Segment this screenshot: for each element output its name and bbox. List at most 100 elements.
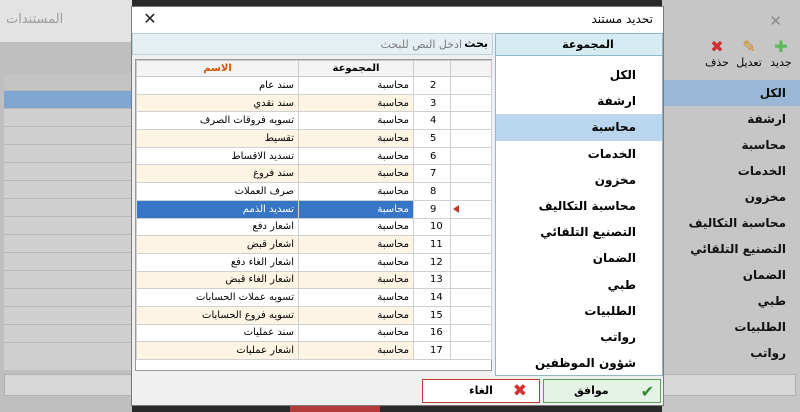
table-row[interactable]: اشعار قبض محاسبة 11 <box>136 235 492 254</box>
table-row[interactable]: صرف العملات محاسبة 8 <box>136 182 492 201</box>
cell-number[interactable]: 4 <box>413 111 451 131</box>
edit-button[interactable]: ✎ تعديل <box>734 38 764 70</box>
cell-number[interactable]: 16 <box>413 323 451 343</box>
search-input[interactable] <box>192 35 462 53</box>
cell-name[interactable]: سند نقدي <box>136 93 299 113</box>
cell-name[interactable]: اشعار الغاء دفع <box>136 252 299 272</box>
cell-group[interactable]: محاسبة <box>298 288 414 307</box>
table-row[interactable]: اشعار عمليات محاسبة 17 <box>136 341 492 360</box>
cell-number[interactable]: 15 <box>413 305 451 325</box>
table-row[interactable]: اشعار الغاء قبض محاسبة 13 <box>136 270 492 290</box>
group-item-auto-manufacturing[interactable]: التصنيع التلقائي <box>496 219 662 245</box>
cell-name[interactable]: سند فروع <box>136 164 299 184</box>
group-item-hr[interactable]: شؤون الموظفين <box>496 350 662 376</box>
cell-group[interactable]: محاسبة <box>298 111 414 131</box>
background-group-item[interactable]: ارشفة <box>662 106 800 132</box>
cell-number[interactable]: 14 <box>413 288 451 307</box>
cell-name[interactable]: تسديد الذمم <box>136 199 299 219</box>
table-row[interactable]: تقسيط محاسبة 5 <box>136 129 492 148</box>
group-item-archive[interactable]: ارشفة <box>496 88 662 114</box>
cell-group[interactable]: محاسبة <box>298 129 414 148</box>
column-header-name[interactable]: الاسم <box>136 60 299 77</box>
cell-group[interactable]: محاسبة <box>298 270 414 290</box>
table-row[interactable]: سند نقدي محاسبة 3 <box>136 93 492 113</box>
cell-number[interactable]: 17 <box>413 341 451 360</box>
cell-group[interactable]: محاسبة <box>298 76 414 95</box>
cancel-button[interactable]: الغاء ✖ <box>422 379 540 403</box>
cell-name[interactable]: اشعار عمليات <box>136 341 299 360</box>
cell-group[interactable]: محاسبة <box>298 217 414 237</box>
ok-button[interactable]: موافق ✔ <box>543 379 661 403</box>
row-indicator-cell[interactable] <box>450 199 492 219</box>
background-group-item[interactable]: الكل <box>662 80 800 106</box>
background-group-item[interactable]: التصنيع التلقائي <box>662 236 800 262</box>
background-group-item[interactable]: الضمان <box>662 262 800 288</box>
table-row[interactable]: تسديد الذمم محاسبة 9 <box>136 199 492 219</box>
cell-number[interactable]: 13 <box>413 270 451 290</box>
cell-group[interactable]: محاسبة <box>298 93 414 113</box>
group-item-payroll[interactable]: رواتب <box>496 324 662 350</box>
group-item-inventory[interactable]: مخزون <box>496 167 662 193</box>
group-item-cost-accounting[interactable]: محاسبة التكاليف <box>496 193 662 219</box>
cell-number[interactable]: 10 <box>413 217 451 237</box>
row-indicator-cell[interactable] <box>450 252 492 272</box>
cell-number[interactable]: 7 <box>413 164 451 184</box>
cell-group[interactable]: محاسبة <box>298 146 414 166</box>
table-row[interactable]: سند عمليات محاسبة 16 <box>136 323 492 343</box>
cell-group[interactable]: محاسبة <box>298 182 414 201</box>
table-row[interactable]: اشعار دفع محاسبة 10 <box>136 217 492 237</box>
cell-number[interactable]: 9 <box>413 199 451 219</box>
background-group-item[interactable]: الخدمات <box>662 158 800 184</box>
cell-number[interactable]: 11 <box>413 235 451 254</box>
group-item-medical[interactable]: طبي <box>496 272 662 298</box>
row-indicator-cell[interactable] <box>450 288 492 307</box>
new-button[interactable]: ✚ جديد <box>766 38 796 70</box>
cell-name[interactable]: اشعار قبض <box>136 235 299 254</box>
table-row[interactable]: سند فروع محاسبة 7 <box>136 164 492 184</box>
cell-group[interactable]: محاسبة <box>298 164 414 184</box>
cell-number[interactable]: 12 <box>413 252 451 272</box>
background-group-item[interactable]: الطلبيات <box>662 314 800 340</box>
cell-number[interactable]: 8 <box>413 182 451 201</box>
row-indicator-cell[interactable] <box>450 270 492 290</box>
background-close-icon[interactable]: ✕ <box>769 12 782 30</box>
cell-name[interactable]: تسديد الاقساط <box>136 146 299 166</box>
row-indicator-cell[interactable] <box>450 129 492 148</box>
cell-name[interactable]: اشعار الغاء قبض <box>136 270 299 290</box>
row-indicator-cell[interactable] <box>450 93 492 113</box>
row-indicator-cell[interactable] <box>450 235 492 254</box>
group-item-accounting[interactable]: محاسبة <box>496 114 662 141</box>
column-header-number[interactable] <box>413 60 451 77</box>
cell-group[interactable]: محاسبة <box>298 235 414 254</box>
delete-button[interactable]: ✖ حذف <box>702 38 732 70</box>
cell-group[interactable]: محاسبة <box>298 323 414 343</box>
background-group-item[interactable]: مخزون <box>662 184 800 210</box>
table-row[interactable]: تسويه عملات الحسابات محاسبة 14 <box>136 288 492 307</box>
cell-number[interactable]: 3 <box>413 93 451 113</box>
cell-group[interactable]: محاسبة <box>298 341 414 360</box>
cell-number[interactable]: 5 <box>413 129 451 148</box>
cell-name[interactable]: صرف العملات <box>136 182 299 201</box>
background-group-item[interactable]: محاسبة التكاليف <box>662 210 800 236</box>
table-row[interactable]: تسويه فروقات الصرف محاسبة 4 <box>136 111 492 131</box>
table-row[interactable]: سند عام محاسبة 2 <box>136 76 492 95</box>
cell-name[interactable]: سند عام <box>136 76 299 95</box>
row-indicator-cell[interactable] <box>450 217 492 237</box>
group-item-orders[interactable]: الطلبيات <box>496 298 662 324</box>
row-indicator-cell[interactable] <box>450 146 492 166</box>
table-row[interactable]: اشعار الغاء دفع محاسبة 12 <box>136 252 492 272</box>
row-indicator-cell[interactable] <box>450 305 492 325</box>
cell-number[interactable]: 6 <box>413 146 451 166</box>
cell-number[interactable]: 2 <box>413 76 451 95</box>
cell-name[interactable]: تقسيط <box>136 129 299 148</box>
cell-name[interactable]: اشعار دفع <box>136 217 299 237</box>
cell-name[interactable]: تسويه فروقات الصرف <box>136 111 299 131</box>
row-indicator-cell[interactable] <box>450 111 492 131</box>
row-indicator-cell[interactable] <box>450 76 492 95</box>
row-indicator-cell[interactable] <box>450 341 492 360</box>
column-header-group[interactable]: المجموعة <box>298 60 414 77</box>
row-indicator-cell[interactable] <box>450 323 492 343</box>
cell-group[interactable]: محاسبة <box>298 199 414 219</box>
background-group-item[interactable]: طبي <box>662 288 800 314</box>
cell-name[interactable]: سند عمليات <box>136 323 299 343</box>
